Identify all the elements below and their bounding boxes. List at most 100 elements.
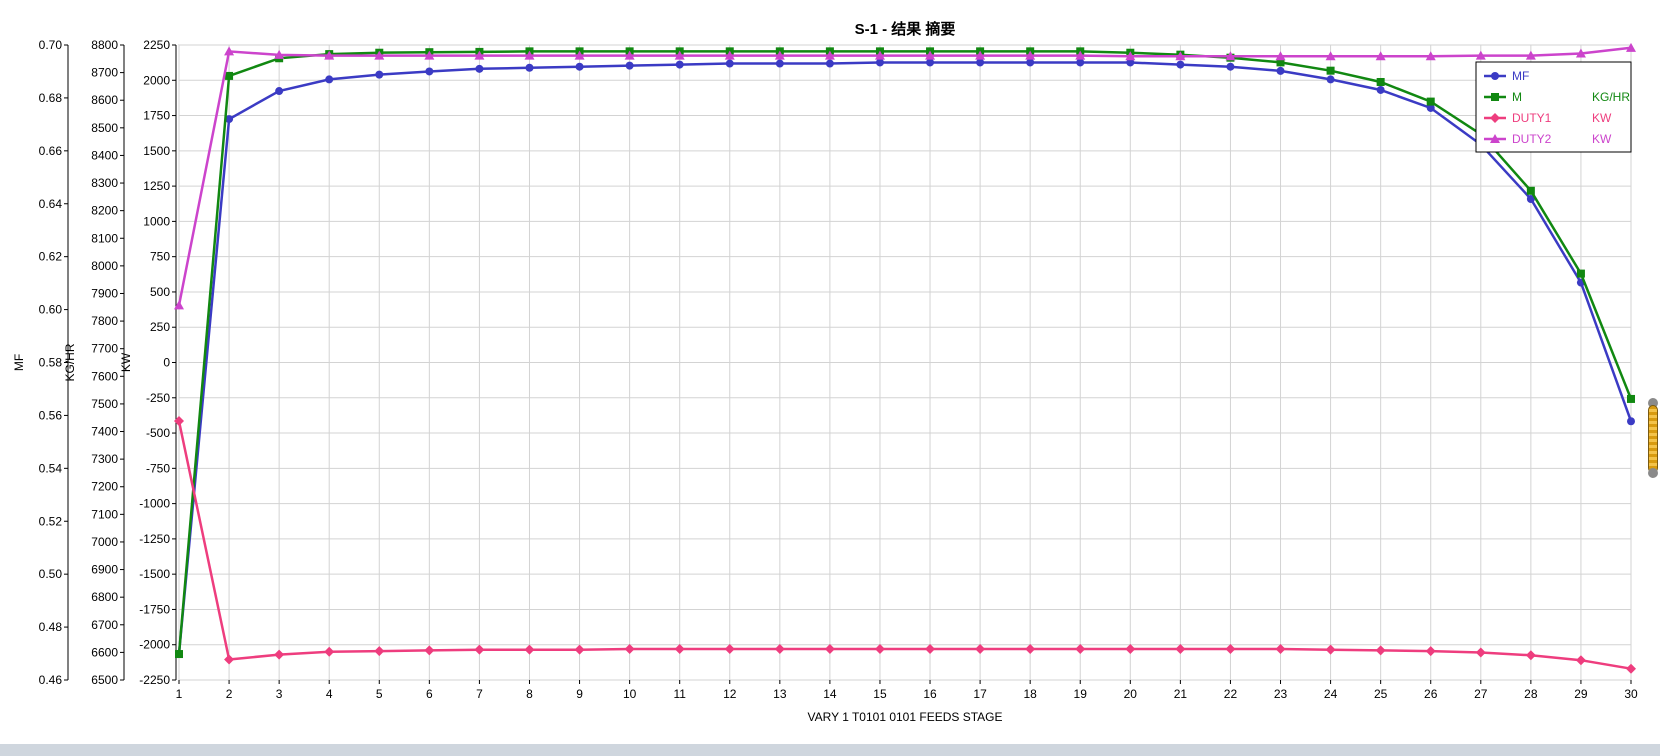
data-point-mf[interactable]	[475, 64, 484, 73]
y-tick-label-kghr: 8500	[91, 121, 118, 135]
y-tick-label-kw: 1750	[143, 109, 170, 123]
y-axis-title-mf: MF	[12, 354, 26, 371]
data-point-m[interactable]	[175, 650, 183, 659]
y-tick-label-kw: -2250	[139, 673, 170, 687]
data-point-mf[interactable]	[1226, 62, 1235, 71]
legend-swatch-marker[interactable]	[1491, 93, 1499, 101]
y-tick-label-mf: 0.50	[39, 567, 63, 581]
y-tick-label-kghr: 6800	[91, 590, 118, 604]
y-tick-label-mf: 0.48	[39, 620, 63, 634]
y-tick-label-kghr: 7000	[91, 535, 118, 549]
y-tick-label-kw: 2250	[143, 38, 170, 52]
x-tick-label: 7	[476, 687, 483, 701]
y-tick-label-mf: 0.68	[39, 91, 63, 105]
data-point-mf[interactable]	[575, 62, 584, 71]
scrollbar-bottom-cap[interactable]	[1648, 468, 1658, 478]
data-point-mf[interactable]	[926, 58, 935, 67]
legend[interactable]: MF M KG/HR DUTY1 KW DUTY2 KW	[1475, 61, 1632, 153]
x-axis-title: VARY 1 T0101 0101 FEEDS STAGE	[808, 710, 1003, 724]
y-tick-label-kghr: 7600	[91, 369, 118, 383]
x-tick-label: 1	[176, 687, 183, 701]
x-tick-label: 11	[673, 687, 686, 701]
data-point-mf[interactable]	[675, 60, 684, 69]
y-tick-label-kghr: 7400	[91, 425, 118, 439]
y-tick-label-kw: -1750	[139, 602, 170, 616]
x-tick-label: 28	[1524, 687, 1538, 701]
y-tick-label-kghr: 6500	[91, 673, 118, 687]
data-point-m[interactable]	[1326, 66, 1335, 75]
y-tick-label-kw: -250	[146, 391, 170, 405]
y-tick-label-kw: 1500	[143, 144, 170, 158]
legend-swatch-marker[interactable]	[1491, 72, 1499, 80]
y-tick-label-mf: 0.52	[39, 514, 63, 528]
y-tick-label-kw: 1000	[143, 214, 170, 228]
data-point-mf[interactable]	[775, 59, 784, 68]
data-point-mf[interactable]	[976, 58, 985, 67]
x-tick-label: 2	[226, 687, 233, 701]
data-point-mf[interactable]	[1376, 85, 1385, 94]
y-tick-label-kghr: 8000	[91, 259, 118, 273]
y-tick-label-kw: -500	[146, 426, 170, 440]
y-tick-label-kghr: 7800	[91, 314, 118, 328]
chart-title: S-1 - 结果 摘要	[855, 20, 956, 38]
scrollbar-thumb[interactable]	[1648, 405, 1658, 473]
y-tick-label-kghr: 6700	[91, 618, 118, 632]
data-point-m[interactable]	[1526, 186, 1535, 195]
x-tick-label: 16	[923, 687, 937, 701]
results-summary-chart[interactable]: S-1 - 结果 摘要 1 2 3 4 5 6 7 8 9 10 11 12 13 14 15 16 17 18 1…	[0, 0, 1660, 744]
x-tick-label: 30	[1624, 687, 1638, 701]
data-point-mf[interactable]	[1326, 75, 1335, 84]
x-tick-label: 19	[1074, 687, 1088, 701]
data-point-m[interactable]	[1627, 394, 1635, 403]
data-point-mf[interactable]	[1026, 58, 1035, 67]
legend-series-name: DUTY1	[1512, 111, 1552, 125]
data-point-mf[interactable]	[725, 59, 734, 68]
x-tick-label: 5	[376, 687, 383, 701]
data-point-mf[interactable]	[1076, 58, 1085, 67]
y-tick-label-mf: 0.64	[39, 197, 63, 211]
data-point-mf[interactable]	[1176, 60, 1185, 69]
y-tick-label-kw: 0	[163, 356, 170, 370]
y-tick-label-kghr: 8100	[91, 231, 118, 245]
legend-series-name: MF	[1512, 69, 1529, 83]
y-tick-label-mf: 0.46	[39, 673, 63, 687]
x-tick-label: 6	[426, 687, 433, 701]
y-tick-label-mf: 0.58	[39, 356, 63, 370]
x-tick-label: 12	[723, 687, 737, 701]
data-point-m[interactable]	[1576, 269, 1585, 278]
data-point-mf[interactable]	[1627, 417, 1635, 426]
y-tick-label-kghr: 7500	[91, 397, 118, 411]
data-point-mf[interactable]	[275, 87, 284, 96]
y-tick-label-kghr: 8600	[91, 93, 118, 107]
data-point-m[interactable]	[1426, 97, 1435, 106]
data-point-mf[interactable]	[625, 61, 634, 70]
plot-container: S-1 - 结果 摘要 1 2 3 4 5 6 7 8 9 10 11 12 13 14 15 16 17 18 1…	[0, 0, 1660, 744]
y-tick-label-kw: 1250	[143, 179, 170, 193]
y-tick-label-kghr: 8300	[91, 176, 118, 190]
data-point-mf[interactable]	[525, 63, 534, 72]
y-tick-label-kghr: 8200	[91, 204, 118, 218]
x-tick-label: 4	[326, 687, 333, 701]
y-tick-label-kw: -2000	[139, 638, 170, 652]
data-point-mf[interactable]	[1276, 66, 1285, 75]
data-point-mf[interactable]	[875, 58, 884, 67]
y-tick-label-kw: 250	[150, 320, 170, 334]
y-tick-label-mf: 0.66	[39, 144, 63, 158]
y-tick-label-kw: 500	[150, 285, 170, 299]
y-tick-label-kghr: 8700	[91, 66, 118, 80]
x-tick-label: 17	[973, 687, 987, 701]
data-point-mf[interactable]	[425, 67, 434, 76]
x-tick-label: 20	[1124, 687, 1138, 701]
y-tick-label-kghr: 7200	[91, 480, 118, 494]
y-tick-label-kw: 750	[150, 250, 170, 264]
y-tick-label-kghr: 7100	[91, 507, 118, 521]
data-point-m[interactable]	[225, 71, 234, 80]
data-point-mf[interactable]	[325, 75, 334, 84]
data-point-mf[interactable]	[825, 59, 834, 68]
x-tick-label: 13	[773, 687, 787, 701]
data-point-m[interactable]	[1376, 77, 1385, 86]
x-tick-label: 21	[1174, 687, 1188, 701]
x-tick-label: 29	[1574, 687, 1588, 701]
data-point-mf[interactable]	[375, 70, 384, 79]
y-tick-label-kghr: 6900	[91, 563, 118, 577]
